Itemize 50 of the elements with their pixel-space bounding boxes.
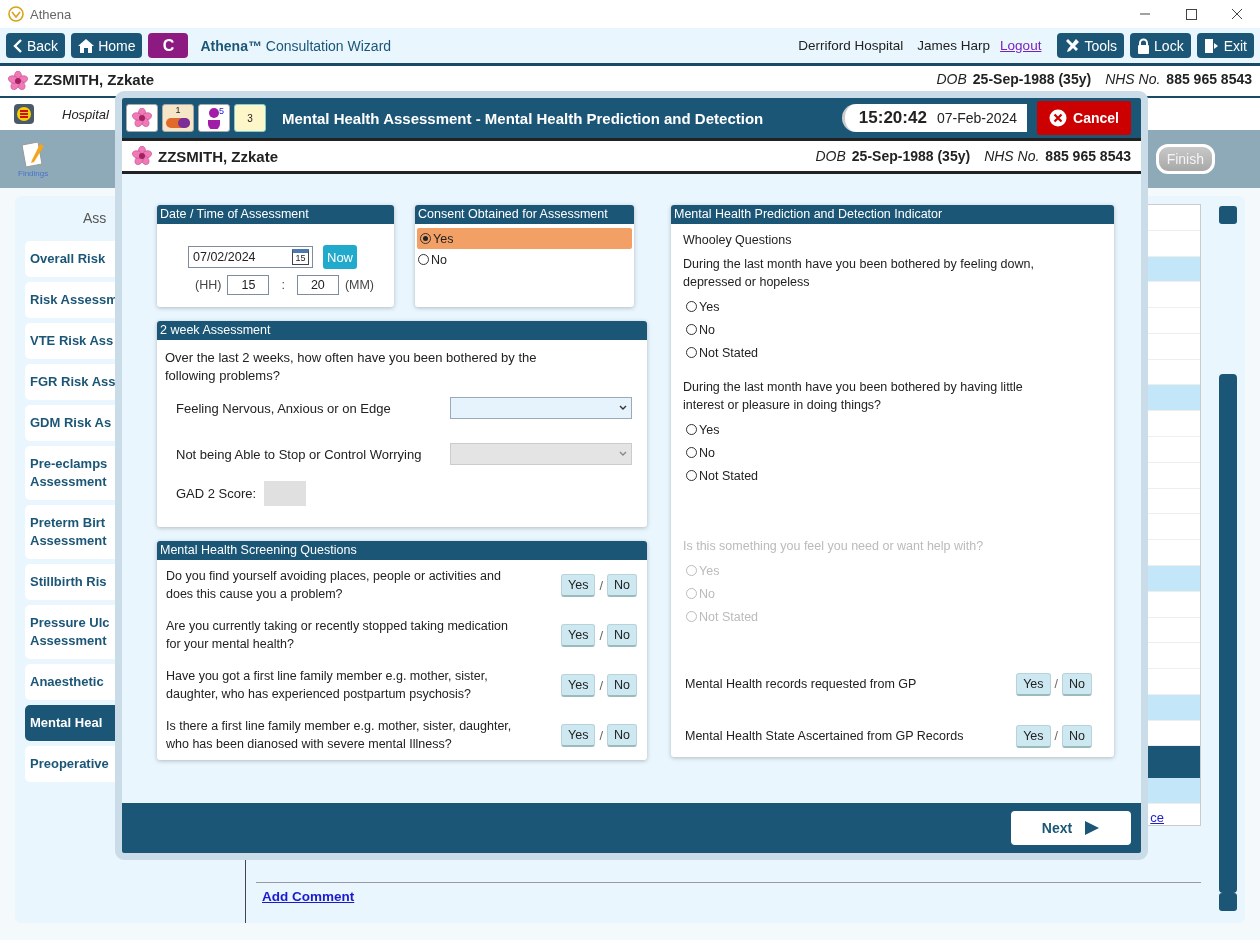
sidebar-heading: Ass: [83, 210, 107, 228]
separator: /: [1054, 677, 1058, 691]
nhs-value: 885 965 8543: [1166, 71, 1252, 87]
panel-header: Consent Obtained for Assessment: [415, 205, 634, 224]
dob-label: DOB: [815, 148, 846, 164]
dob-label: DOB: [936, 71, 967, 87]
dob-value: 25-Sep-1988 (35y): [972, 71, 1092, 87]
question-text: During the last month have you been bothered by having little interest or pleasure in doing things?: [683, 379, 1024, 414]
minutes-label: (MM): [344, 278, 375, 292]
section-heading: Whooley Questions: [683, 233, 793, 247]
patient-name: ZZSMITH, Zzkate: [34, 71, 154, 88]
badge-count: 3: [247, 112, 253, 124]
user-name: James Harp: [917, 38, 991, 53]
question-text: Is this something you feel you need or want help with?: [683, 538, 985, 555]
nhs-label: NHS No.: [984, 148, 1040, 164]
question-text: Are you currently taking or recently stopped taking medication for your mental health?: [166, 618, 509, 653]
panel-header: Mental Health Prediction and Detection Indicator: [671, 205, 1114, 224]
badge-count: 1: [175, 105, 181, 115]
question-text: During the last month have you been bothered by feeling down, depressed or hopeless: [683, 256, 1035, 291]
panel-header: 2 week Assessment: [157, 321, 647, 340]
patient-name: ZZSMITH, Zzkate: [158, 147, 278, 165]
clock-time: 15:20:42: [858, 108, 927, 128]
nhs-value: 885 965 8543: [1045, 148, 1131, 164]
question-text: Do you find yourself avoiding places, people or activities and does this cause you a problem?: [166, 568, 502, 603]
badge-count: 5: [219, 106, 224, 116]
time-separator: :: [281, 278, 285, 292]
question-text: Is there a first line family member e.g. mother, sister, daughter, who has been dianosed with severe mental Illness?: [166, 718, 513, 753]
panel-header: Mental Health Screening Questions: [157, 541, 647, 560]
separator: /: [599, 627, 603, 643]
question-text: Mental Health records requested from GP: [685, 677, 917, 691]
question-label: Feeling Nervous, Anxious or on Edge: [176, 400, 392, 416]
question-text: Have you got a first line family member e.g. mother, sister, daughter, who has experienced postpartum psychosis?: [166, 668, 489, 703]
nhs-label: NHS No.: [1105, 71, 1161, 87]
clock-date: 07-Feb-2024: [936, 110, 1018, 126]
separator: /: [599, 727, 603, 743]
separator: /: [1054, 729, 1058, 743]
separator: /: [599, 577, 603, 593]
hospital-name: Derriford Hospital: [798, 38, 904, 53]
hours-label: (HH): [195, 278, 222, 292]
question-label: Not being Able to Stop or Control Worrying: [176, 446, 423, 462]
panel-header: Date / Time of Assessment: [157, 205, 394, 224]
score-label: GAD 2 Score:: [176, 486, 257, 501]
dob-value: 25-Sep-1988 (35y): [851, 148, 971, 164]
question-text: Mental Health State Ascertained from GP Records: [685, 729, 964, 743]
hospital-label: Hospital: [62, 106, 109, 122]
question-text: Over the last 2 weeks, how often have you been bothered by the following problems?: [164, 349, 538, 385]
app-name: Athena™ Consultation Wizard: [200, 37, 392, 54]
dialog-title: Mental Health Assessment - Mental Health Prediction and Detection: [282, 109, 764, 127]
separator: /: [599, 677, 603, 693]
window-title: Athena: [30, 6, 72, 22]
